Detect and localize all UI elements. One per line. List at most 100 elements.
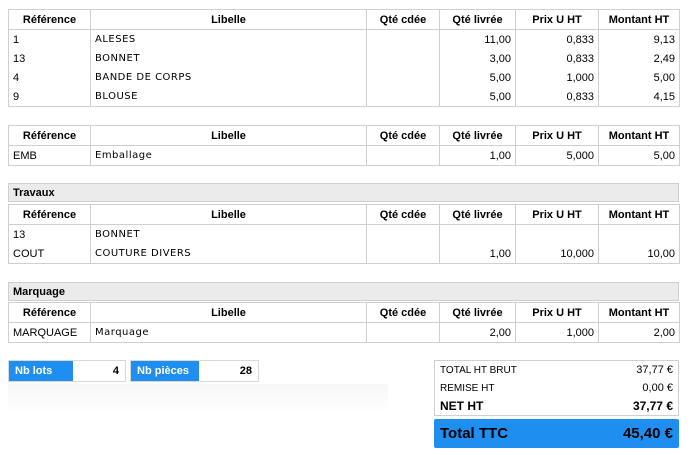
net-ht-value: 37,77 €	[632, 399, 673, 413]
cell-montant: 5,00	[598, 68, 680, 87]
table-header: Référence Libelle Qté cdée Qté livrée Pr…	[8, 125, 680, 146]
cell-qte-cdee	[366, 145, 440, 166]
cell-ref: MARQUAGE	[8, 322, 91, 343]
col-montant-ht: Montant HT	[598, 302, 680, 323]
cell-libelle: BLOUSE	[90, 87, 367, 107]
section-title-travaux: Travaux	[8, 183, 679, 202]
cell-qte-livree: 5,00	[439, 87, 516, 107]
col-qte-cdee: Qté cdée	[366, 125, 440, 146]
col-reference: Référence	[8, 204, 91, 225]
cell-qte-livree: 3,00	[439, 49, 516, 68]
col-qte-livree: Qté livrée	[439, 9, 516, 30]
col-prix-u-ht: Prix U HT	[515, 204, 599, 225]
cell-prix: 10,000	[515, 244, 599, 264]
nb-pieces: Nb pièces 28	[130, 360, 259, 382]
totals-box: TOTAL HT BRUT 37,77 € REMISE HT 0,00 € N…	[434, 360, 679, 416]
col-libelle: Libelle	[90, 302, 367, 323]
cell-qte-livree: 5,00	[439, 68, 516, 87]
counts-shadow	[8, 384, 388, 414]
col-reference: Référence	[8, 302, 91, 323]
cell-prix: 5,000	[515, 145, 599, 166]
remise-ht-row: REMISE HT 0,00 €	[435, 379, 678, 397]
cell-libelle: Marquage	[90, 322, 367, 343]
col-prix-u-ht: Prix U HT	[515, 9, 599, 30]
cell-qte-cdee	[366, 322, 440, 343]
total-ht-brut-label: TOTAL HT BRUT	[440, 364, 517, 376]
total-ttc-label: Total TTC	[440, 425, 509, 442]
col-libelle: Libelle	[90, 204, 367, 225]
cell-ref: 13	[8, 49, 91, 68]
nb-lots-label: Nb lots	[9, 361, 73, 381]
nb-lots: Nb lots 4	[8, 360, 126, 382]
col-reference: Référence	[8, 9, 91, 30]
cell-libelle: BONNET	[90, 49, 367, 68]
col-qte-livree: Qté livrée	[439, 302, 516, 323]
table-row: 13 BONNET 3,00 0,833 2,49	[8, 49, 680, 68]
col-prix-u-ht: Prix U HT	[515, 302, 599, 323]
cell-qte-cdee	[366, 87, 440, 107]
table-row: 9 BLOUSE 5,00 0,833 4,15	[8, 87, 680, 107]
net-ht-row: NET HT 37,77 €	[435, 397, 678, 415]
remise-ht-value: 0,00 €	[642, 382, 673, 394]
nb-pieces-label: Nb pièces	[131, 361, 199, 381]
cell-montant	[598, 224, 680, 244]
marquage-table: Référence Libelle Qté cdée Qté livrée Pr…	[8, 302, 680, 343]
section-title-marquage: Marquage	[8, 282, 679, 301]
cell-libelle: BONNET	[90, 224, 367, 244]
col-montant-ht: Montant HT	[598, 125, 680, 146]
table-header: Référence Libelle Qté cdée Qté livrée Pr…	[8, 9, 680, 30]
table-row: 4 BANDE DE CORPS 5,00 1,000 5,00	[8, 68, 680, 87]
cell-qte-livree: 2,00	[439, 322, 516, 343]
articles-table: Référence Libelle Qté cdée Qté livrée Pr…	[8, 9, 680, 107]
cell-qte-cdee	[366, 224, 440, 244]
col-montant-ht: Montant HT	[598, 9, 680, 30]
table-header: Référence Libelle Qté cdée Qté livrée Pr…	[8, 204, 680, 225]
col-libelle: Libelle	[90, 125, 367, 146]
counts-bar: Nb lots 4 Nb pièces 28	[8, 360, 263, 382]
cell-prix: 1,000	[515, 322, 599, 343]
cell-montant: 9,13	[598, 29, 680, 49]
cell-ref: 9	[8, 87, 91, 107]
cell-montant: 2,49	[598, 49, 680, 68]
cell-libelle: COUTURE DIVERS	[90, 244, 367, 264]
cell-ref: 4	[8, 68, 91, 87]
table-row: MARQUAGE Marquage 2,00 1,000 2,00	[8, 322, 680, 343]
cell-qte-livree: 1,00	[439, 145, 516, 166]
cell-montant: 5,00	[598, 145, 680, 166]
cell-prix: 1,000	[515, 68, 599, 87]
col-qte-cdee: Qté cdée	[366, 204, 440, 225]
emballage-table: Référence Libelle Qté cdée Qté livrée Pr…	[8, 125, 680, 166]
col-qte-cdee: Qté cdée	[366, 302, 440, 323]
cell-libelle: Emballage	[90, 145, 367, 166]
total-ht-brut-row: TOTAL HT BRUT 37,77 €	[435, 361, 678, 379]
remise-ht-label: REMISE HT	[440, 382, 495, 394]
cell-montant: 4,15	[598, 87, 680, 107]
cell-ref: EMB	[8, 145, 91, 166]
col-reference: Référence	[8, 125, 91, 146]
net-ht-label: NET HT	[440, 399, 484, 413]
cell-ref: COUT	[8, 244, 91, 264]
cell-qte-cdee	[366, 244, 440, 264]
col-qte-cdee: Qté cdée	[366, 9, 440, 30]
table-header: Référence Libelle Qté cdée Qté livrée Pr…	[8, 302, 680, 323]
cell-qte-livree: 1,00	[439, 244, 516, 264]
table-row: EMB Emballage 1,00 5,000 5,00	[8, 145, 680, 166]
cell-qte-cdee	[366, 29, 440, 49]
total-ht-brut-value: 37,77 €	[636, 364, 673, 376]
cell-qte-cdee	[366, 49, 440, 68]
cell-qte-livree	[439, 224, 516, 244]
col-qte-livree: Qté livrée	[439, 125, 516, 146]
col-prix-u-ht: Prix U HT	[515, 125, 599, 146]
cell-libelle: BANDE DE CORPS	[90, 68, 367, 87]
travaux-table: Référence Libelle Qté cdée Qté livrée Pr…	[8, 204, 680, 264]
cell-prix: 0,833	[515, 87, 599, 107]
total-ttc-value: 45,40 €	[622, 425, 673, 442]
cell-montant: 10,00	[598, 244, 680, 264]
table-row: 1 ALESES 11,00 0,833 9,13	[8, 29, 680, 49]
cell-prix	[515, 224, 599, 244]
cell-ref: 1	[8, 29, 91, 49]
cell-ref: 13	[8, 224, 91, 244]
col-qte-livree: Qté livrée	[439, 204, 516, 225]
col-montant-ht: Montant HT	[598, 204, 680, 225]
table-row: COUT COUTURE DIVERS 1,00 10,000 10,00	[8, 244, 680, 264]
